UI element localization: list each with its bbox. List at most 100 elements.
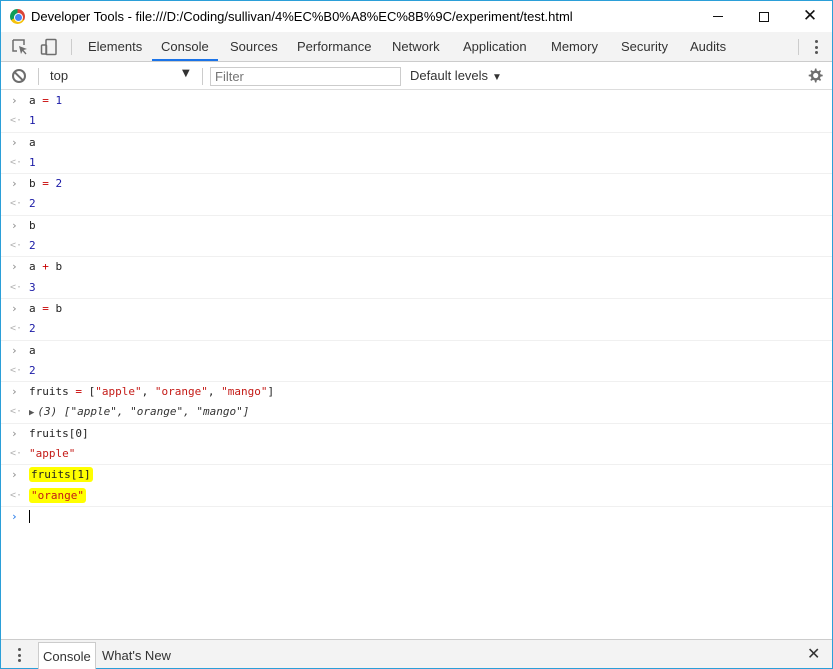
tab-sources[interactable]: Sources [230,32,278,61]
console-input-line[interactable]: › a + b [1,257,832,277]
code-token: , [207,385,222,399]
console-input-line[interactable]: › a [1,341,832,361]
close-icon: ✕ [802,6,818,26]
console-entry: › a = 1 <· 1 [1,91,832,133]
log-levels-dropdown[interactable]: Default levels ▼ [410,68,502,83]
console-entry: › fruits[0] <· "apple" [1,424,832,466]
clear-console-icon[interactable] [12,69,26,83]
result-token: 2 [29,239,36,253]
console-input-line[interactable]: › a = 1 [1,91,832,111]
console-input-line[interactable]: › b [1,216,832,236]
minimize-icon [713,16,723,17]
input-prompt-icon: › [11,385,18,399]
console-prompt-input[interactable]: › [1,507,832,527]
console-result-line[interactable]: <· 2 [1,361,832,381]
tab-performance[interactable]: Performance [297,32,371,61]
code-token: a [29,94,36,107]
console-input-line[interactable]: › b = 2 [1,174,832,194]
tab-memory[interactable]: Memory [551,32,598,61]
result-token: "orange" [130,405,184,419]
result-arrow-icon: <· [10,198,23,210]
result-arrow-icon: <· [10,115,23,127]
console-toolbar: top ▼ Default levels▼ [1,63,832,90]
result-token: 3 [29,280,36,294]
filter-input[interactable] [210,67,401,86]
code-token: a [29,135,36,149]
code-token: fruits[0] [29,426,89,440]
drawer-tab-whats-new[interactable]: What's New [98,642,175,669]
console-result-line[interactable]: <· 1 [1,111,832,131]
result-token: , [183,405,197,419]
code-token: + [35,260,56,274]
result-arrow-icon: <· [10,156,23,168]
result-token: "apple" [70,405,117,419]
console-messages[interactable]: › a = 1 <· 1 › a <· 1 › b = 2 <· 2 › b <· 2 › a + b <· 3 › a … [1,91,832,638]
close-drawer-icon[interactable]: ✕ [807,644,820,663]
result-token: 1 [29,114,36,128]
input-prompt-icon: › [11,301,18,315]
window-title: Developer Tools - file:///D:/Coding/sull… [31,9,573,24]
console-input-line[interactable]: › a = b [1,299,832,319]
code-token: "apple" [95,385,142,399]
code-token: fruits[1] [29,467,93,483]
minimize-button[interactable] [695,1,741,32]
result-token: ] [242,405,250,419]
console-input-line[interactable]: › fruits = ["apple", "orange", "mango"] [1,382,832,402]
gear-icon[interactable] [806,67,824,85]
result-token: 2 [29,197,36,211]
text-caret [29,510,30,524]
console-result-line[interactable]: <· 3 [1,278,832,298]
code-token: 2 [55,177,63,191]
code-token: b [55,260,63,274]
input-prompt-icon: › [11,426,18,440]
tab-elements[interactable]: Elements [88,32,142,61]
tab-application[interactable]: Application [463,32,527,61]
drawer-tab-console[interactable]: Console [38,642,96,669]
console-result-line[interactable]: <· "apple" [1,444,832,464]
code-token: b [29,218,36,232]
inspect-element-icon[interactable] [11,38,29,56]
console-input-line[interactable]: › fruits[0] [1,424,832,444]
console-entry: › a + b <· 3 [1,257,832,299]
console-input-line[interactable]: › a [1,133,832,153]
console-result-line[interactable]: <· 2 [1,319,832,339]
console-result-line[interactable]: <· 1 [1,153,832,173]
maximize-button[interactable] [741,1,787,32]
result-arrow-icon: <· [10,448,23,460]
tab-network[interactable]: Network [392,32,440,61]
console-result-line[interactable]: <· "orange" [1,486,832,506]
toolbar-divider [798,39,799,55]
tab-audits[interactable]: Audits [690,32,726,61]
context-selector[interactable]: top [50,68,194,85]
device-toolbar-icon[interactable] [40,38,58,56]
console-result-line[interactable]: <· 2 [1,194,832,214]
tab-security[interactable]: Security [621,32,668,61]
input-prompt-icon: › [11,260,18,274]
console-entry: › a <· 1 [1,133,832,175]
code-token: "mango" [221,385,268,399]
console-entry: › a = b <· 2 [1,299,832,341]
more-menu-icon[interactable] [812,38,820,56]
console-result-line[interactable]: <· 2 [1,236,832,256]
code-token: = [35,94,56,107]
close-button[interactable]: ✕ [787,1,833,32]
console-input-line[interactable]: › fruits[1] [1,465,832,485]
input-prompt-icon: › [11,218,18,232]
code-token: = [35,301,56,315]
console-entry: › b = 2 <· 2 [1,174,832,216]
toolbar-divider [71,39,72,55]
dropdown-arrow-icon: ▼ [492,72,502,83]
drawer-tab-bar: Console What's New ✕ [1,639,832,669]
tab-console[interactable]: Console [152,32,218,61]
drawer-menu-icon[interactable] [16,647,22,663]
log-levels-label: Default levels [410,68,489,83]
result-arrow-icon: <· [10,240,23,252]
devtools-window: Developer Tools - file:///D:/Coding/sull… [0,0,833,669]
input-prompt-icon: › [11,177,18,191]
console-result-line[interactable]: <· ▶ (3) ["apple", "orange", "mango"] [1,402,832,422]
code-token: a [29,343,36,357]
code-token: = [68,385,89,399]
dropdown-arrow-icon[interactable]: ▼ [182,68,190,79]
expand-triangle-icon[interactable]: ▶ [29,408,34,418]
code-token: a [29,301,36,315]
